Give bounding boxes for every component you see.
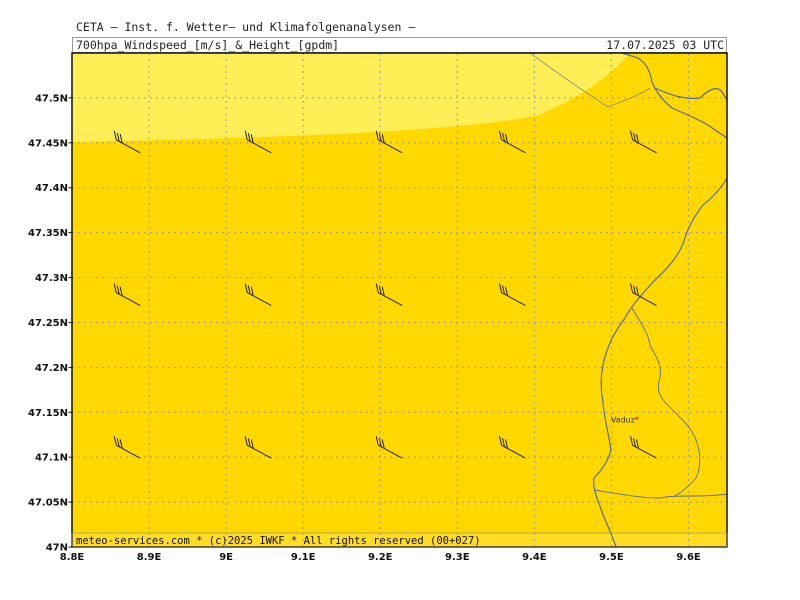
latitude-tick-label: 47.1N — [35, 453, 68, 464]
longitude-tick-label: 9.4E — [522, 552, 547, 563]
latitude-tick-label: 47.45N — [28, 138, 68, 149]
longitude-tick-label: 8.8E — [60, 552, 85, 563]
footer-credit: meteo-services.com * (c)2025 IWKF * All … — [76, 535, 481, 547]
longitude-labels: 8.8E 8.9E 9E 9.1E 9.2E 9.3E 9.4E 9.5E 9.6E — [60, 552, 701, 563]
latitude-tick-label: 47.15N — [28, 408, 68, 419]
latitude-tick-label: 47.3N — [35, 273, 68, 284]
latitude-tick-label: 47.05N — [28, 498, 68, 509]
city-marker-vaduz: Vaduz — [611, 415, 639, 424]
longitude-tick-label: 9.1E — [291, 552, 316, 563]
longitude-tick-label: 9.5E — [599, 552, 624, 563]
longitude-tick-label: 9.6E — [676, 552, 701, 563]
city-label: Vaduz — [611, 415, 635, 424]
latitude-tick-label: 47.25N — [28, 318, 68, 329]
longitude-tick-label: 8.9E — [137, 552, 162, 563]
longitude-tick-label: 9E — [219, 552, 233, 563]
map-plot-area: Vaduz — [72, 53, 727, 547]
longitude-tick-label: 9.2E — [368, 552, 393, 563]
weather-map: Vaduz meteo-services.com * (c)2025 IWKF … — [28, 52, 728, 563]
latitude-tick-label: 47.5N — [35, 93, 68, 104]
latitude-labels: 47N47.05N47.1N47.15N47.2N47.25N47.3N47.3… — [28, 93, 72, 554]
latitude-tick-label: 47.4N — [35, 183, 68, 194]
latitude-tick-label: 47.35N — [28, 228, 68, 239]
city-dot — [635, 416, 639, 420]
longitude-tick-label: 9.3E — [445, 552, 470, 563]
latitude-tick-label: 47.2N — [35, 363, 68, 374]
